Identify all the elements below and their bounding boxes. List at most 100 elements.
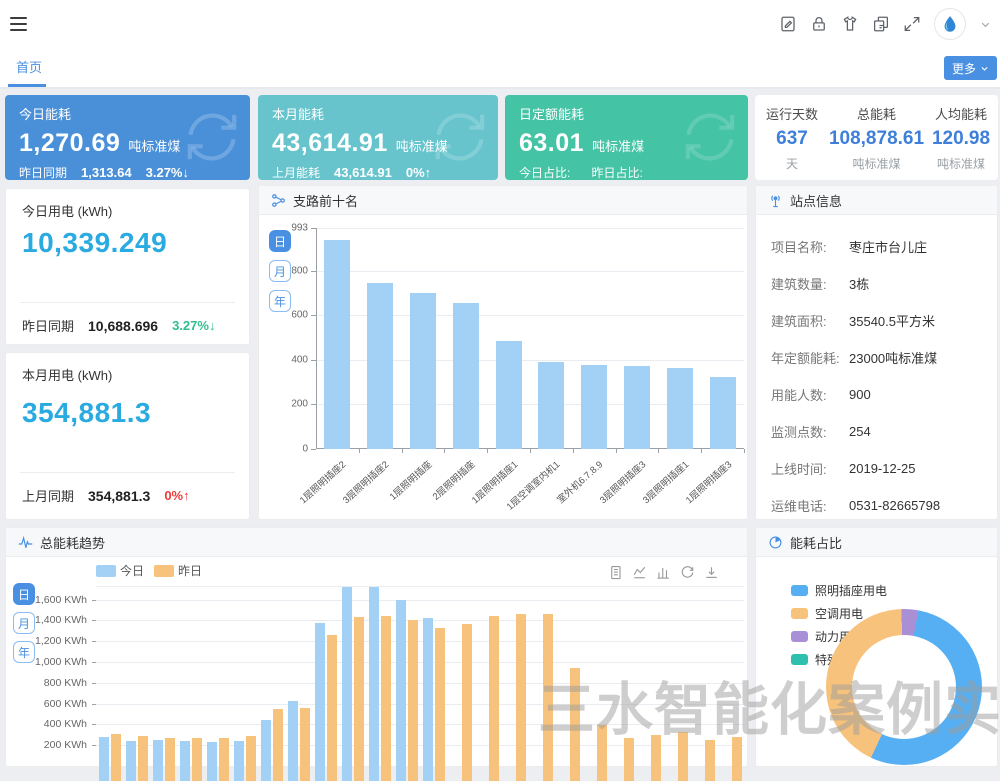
- user-avatar[interactable]: [934, 8, 966, 40]
- legend-item-today[interactable]: 今日: [96, 562, 144, 579]
- site-row: 上线时间:2019-12-25: [771, 450, 997, 487]
- branch-bar[interactable]: [367, 283, 393, 449]
- trend-bar-yesterday[interactable]: [678, 732, 688, 781]
- pulse-line-icon: [18, 535, 33, 550]
- trend-bar-yesterday[interactable]: [354, 617, 364, 781]
- y-axis-tick-label: 800 KWh: [44, 677, 87, 689]
- usage-percent: 3.27%↓: [172, 318, 215, 333]
- trend-bar-yesterday[interactable]: [246, 736, 256, 781]
- kpi-sub-value: 43,614.91: [334, 165, 392, 180]
- branch-time-year-button[interactable]: 年: [269, 290, 291, 312]
- trend-bar-yesterday[interactable]: [570, 668, 580, 781]
- recycle-icon: [184, 109, 240, 165]
- trend-time-day-button[interactable]: 日: [13, 583, 35, 605]
- documents-icon[interactable]: [872, 15, 890, 33]
- branch-bar[interactable]: [324, 240, 350, 449]
- trend-bar-today[interactable]: [423, 618, 433, 781]
- trend-bar-yesterday[interactable]: [624, 738, 634, 781]
- trend-bar-yesterday[interactable]: [462, 624, 472, 781]
- download-icon[interactable]: [704, 565, 719, 580]
- branch-bar[interactable]: [453, 303, 479, 449]
- usage-value: 354,881.3: [22, 397, 151, 429]
- trend-bar-today[interactable]: [207, 742, 217, 781]
- branch-bar[interactable]: [410, 293, 436, 449]
- trend-bar-today[interactable]: [261, 720, 271, 781]
- y-axis-tick-label: 600: [291, 310, 308, 321]
- trend-bar-today[interactable]: [288, 701, 298, 781]
- trend-bar-yesterday[interactable]: [219, 738, 229, 781]
- kpi-sub-label: 昨日同期: [19, 164, 67, 180]
- trend-bar-today[interactable]: [180, 741, 190, 781]
- recycle-icon: [682, 109, 738, 165]
- recycle-icon: [432, 109, 488, 165]
- lock-icon[interactable]: [810, 15, 828, 33]
- y-axis-tick-label: 200 KWh: [44, 739, 87, 751]
- trend-bar-yesterday[interactable]: [705, 740, 715, 781]
- branch-bar[interactable]: [624, 366, 650, 449]
- trend-time-year-button[interactable]: 年: [13, 641, 35, 663]
- branch-time-day-button[interactable]: 日: [269, 230, 291, 252]
- site-info-rows: 项目名称:枣庄市台儿庄 建筑数量:3栋 建筑面积:35540.5平方米 年定额能…: [756, 214, 997, 524]
- clipboard-edit-icon[interactable]: [779, 15, 797, 33]
- chevron-down-icon[interactable]: [979, 18, 992, 31]
- theme-shirt-icon[interactable]: [841, 15, 859, 33]
- tab-home[interactable]: 首页: [8, 48, 50, 87]
- energy-trend-panel: 总能耗趋势 今日 昨日 日 月 年 200 KWh400 KWh600 KWh8…: [5, 527, 748, 767]
- trend-bar-yesterday[interactable]: [300, 708, 310, 781]
- trend-bar-today[interactable]: [369, 587, 379, 781]
- trend-bar-yesterday[interactable]: [732, 737, 742, 781]
- x-axis-tick: [444, 449, 445, 453]
- y-axis-tick-label: 1,200 KWh: [35, 635, 87, 647]
- menu-icon[interactable]: [10, 17, 27, 31]
- trend-bar-yesterday[interactable]: [597, 725, 607, 781]
- tab-home-underline: [8, 84, 46, 87]
- y-axis-tick-label: 800: [291, 265, 308, 276]
- site-row: 建筑数量:3栋: [771, 265, 997, 302]
- branch-bar[interactable]: [710, 377, 736, 449]
- fullscreen-icon[interactable]: [903, 15, 921, 33]
- trend-bar-yesterday[interactable]: [165, 738, 175, 781]
- branch-bar[interactable]: [496, 341, 522, 449]
- trend-bar-yesterday[interactable]: [408, 620, 418, 781]
- trend-bar-yesterday[interactable]: [111, 734, 121, 781]
- panel-title: 能耗占比: [790, 533, 842, 552]
- trend-bar-yesterday[interactable]: [327, 635, 337, 781]
- more-button[interactable]: 更多: [944, 56, 997, 80]
- trend-bar-yesterday[interactable]: [138, 736, 148, 781]
- legend-item-lighting[interactable]: 照明插座用电: [791, 579, 887, 602]
- more-button-label: 更多: [952, 60, 976, 77]
- data-view-icon[interactable]: [608, 565, 623, 580]
- trend-bar-today[interactable]: [153, 740, 163, 781]
- gridline: [96, 704, 744, 705]
- branch-bar[interactable]: [667, 368, 693, 449]
- trend-bar-yesterday[interactable]: [273, 709, 283, 781]
- branch-bar[interactable]: [581, 365, 607, 449]
- trend-bar-yesterday[interactable]: [516, 614, 526, 781]
- kpi-sub-value: 1,313.64: [81, 165, 132, 180]
- trend-bar-yesterday[interactable]: [435, 628, 445, 781]
- x-axis-tick: [402, 449, 403, 453]
- trend-bar-today[interactable]: [396, 600, 406, 781]
- trend-bar-today[interactable]: [99, 737, 109, 781]
- restore-icon[interactable]: [680, 565, 695, 580]
- branch-time-month-button[interactable]: 月: [269, 260, 291, 282]
- trend-time-month-button[interactable]: 月: [13, 612, 35, 634]
- kpi-value: 1,270.69: [19, 129, 120, 158]
- trend-bar-today[interactable]: [126, 741, 136, 781]
- branch-bar[interactable]: [538, 362, 564, 449]
- trend-bar-today[interactable]: [315, 623, 325, 781]
- trend-bar-yesterday[interactable]: [489, 616, 499, 781]
- trend-bar-yesterday[interactable]: [651, 735, 661, 781]
- legend-item-yesterday[interactable]: 昨日: [154, 562, 202, 579]
- gridline: [96, 724, 744, 725]
- panel-title: 支路前十名: [293, 191, 358, 210]
- bar-chart-icon[interactable]: [656, 565, 671, 580]
- trend-bar-today[interactable]: [342, 587, 352, 781]
- trend-bar-yesterday[interactable]: [192, 738, 202, 781]
- kpi-value: 43,614.91: [272, 129, 388, 158]
- trend-bar-yesterday[interactable]: [543, 614, 553, 781]
- kpi-sub-pair: 昨日占比: 2,084.69%: [592, 164, 665, 180]
- trend-bar-today[interactable]: [234, 741, 244, 781]
- trend-bar-yesterday[interactable]: [381, 616, 391, 781]
- line-chart-icon[interactable]: [632, 565, 647, 580]
